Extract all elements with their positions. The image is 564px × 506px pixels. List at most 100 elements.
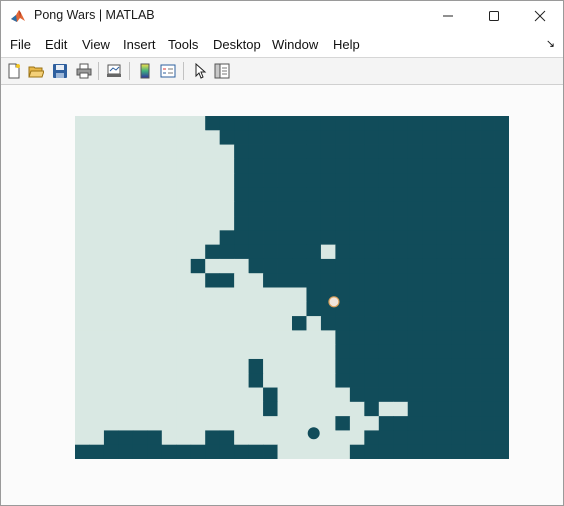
night-cell [248, 130, 264, 145]
night-cell [494, 216, 509, 231]
link-plot-icon [107, 64, 121, 77]
menu-desktop[interactable]: Desktop [213, 37, 261, 52]
day-cell [132, 358, 148, 374]
legend-button[interactable] [158, 61, 178, 81]
night-cell [480, 116, 495, 131]
property-editor-button[interactable] [212, 61, 232, 81]
day-cell [118, 144, 134, 160]
night-cell [234, 201, 249, 217]
night-cell [263, 144, 278, 160]
night-cell [407, 258, 423, 274]
day-cell [89, 158, 105, 174]
day-cell [118, 258, 134, 274]
night-cell [277, 158, 293, 174]
night-cell [248, 144, 264, 160]
night-cell [306, 216, 322, 231]
night-cell [306, 144, 322, 160]
day-cell [118, 287, 134, 303]
menu-window[interactable]: Window [272, 37, 318, 52]
night-cell [378, 130, 394, 145]
night-cell [277, 216, 293, 231]
night-cell [422, 301, 438, 317]
day-cell [89, 230, 105, 246]
night-cell [393, 430, 409, 446]
close-button[interactable] [517, 1, 563, 31]
night-cell [277, 201, 293, 217]
day-cell [219, 344, 235, 360]
day-cell [277, 330, 293, 346]
day-cell [103, 116, 119, 131]
day-cell [190, 287, 206, 303]
save-button[interactable] [50, 61, 70, 81]
night-cell [436, 444, 452, 459]
menu-file[interactable]: File [10, 37, 31, 52]
night-cell [436, 130, 452, 145]
window-title: Pong Wars | MATLAB [34, 8, 155, 22]
day-cell [190, 301, 206, 317]
print-icon [76, 63, 92, 79]
day-cell [118, 316, 134, 331]
maximize-button[interactable] [471, 1, 517, 31]
night-cell [292, 158, 307, 174]
night-cell [436, 144, 452, 160]
night-cell [407, 387, 423, 403]
night-cell [465, 330, 481, 346]
day-cell [75, 144, 90, 160]
day-cell [292, 416, 307, 431]
day-cell [75, 387, 90, 403]
night-cell [407, 416, 423, 431]
night-cell [451, 258, 466, 274]
day-cell [176, 273, 192, 288]
day-cell [219, 387, 235, 403]
day-cell [75, 258, 90, 274]
night-cell [263, 444, 278, 459]
menu-view[interactable]: View [82, 37, 110, 52]
night-cell [465, 387, 481, 403]
new-figure-button[interactable] [4, 61, 24, 81]
night-cell [436, 330, 452, 346]
open-file-button[interactable] [26, 61, 46, 81]
day-cell [349, 401, 365, 417]
colorbar-button[interactable] [135, 61, 155, 81]
night-cell [349, 158, 365, 174]
title-bar[interactable]: Pong Wars | MATLAB [1, 1, 563, 31]
night-cell [494, 387, 509, 403]
day-cell [118, 158, 134, 174]
night-cell [364, 387, 380, 403]
night-cell [451, 130, 466, 145]
day-cell [292, 358, 307, 374]
minimize-button[interactable] [425, 1, 471, 31]
link-plot-button[interactable] [104, 61, 124, 81]
night-cell [480, 158, 495, 174]
day-cell [205, 173, 221, 188]
day-cell [176, 144, 192, 160]
print-button[interactable] [74, 61, 94, 81]
night-cell [393, 273, 409, 288]
day-cell [132, 144, 148, 160]
pointer-button[interactable] [190, 61, 210, 81]
day-cell [103, 316, 119, 331]
night-cell [465, 144, 481, 160]
night-cell [436, 116, 452, 131]
menu-insert[interactable]: Insert [123, 37, 156, 52]
night-cell [378, 344, 394, 360]
menu-edit[interactable]: Edit [45, 37, 67, 52]
day-cell [234, 387, 249, 403]
day-cell [75, 316, 90, 331]
day-cell [277, 430, 293, 446]
dock-arrow-icon[interactable]: ↘ [546, 37, 555, 50]
night-cell [436, 430, 452, 446]
day-cell [161, 387, 177, 403]
day-cell [89, 358, 105, 374]
day-cell [219, 287, 235, 303]
night-cell [451, 273, 466, 288]
day-cell [89, 173, 105, 188]
menu-help[interactable]: Help [333, 37, 360, 52]
night-cell [364, 187, 380, 203]
day-cell [132, 273, 148, 288]
night-cell [393, 130, 409, 145]
night-cell [393, 358, 409, 374]
menu-tools[interactable]: Tools [168, 37, 198, 52]
night-cell [147, 430, 163, 446]
night-cell [465, 301, 481, 317]
